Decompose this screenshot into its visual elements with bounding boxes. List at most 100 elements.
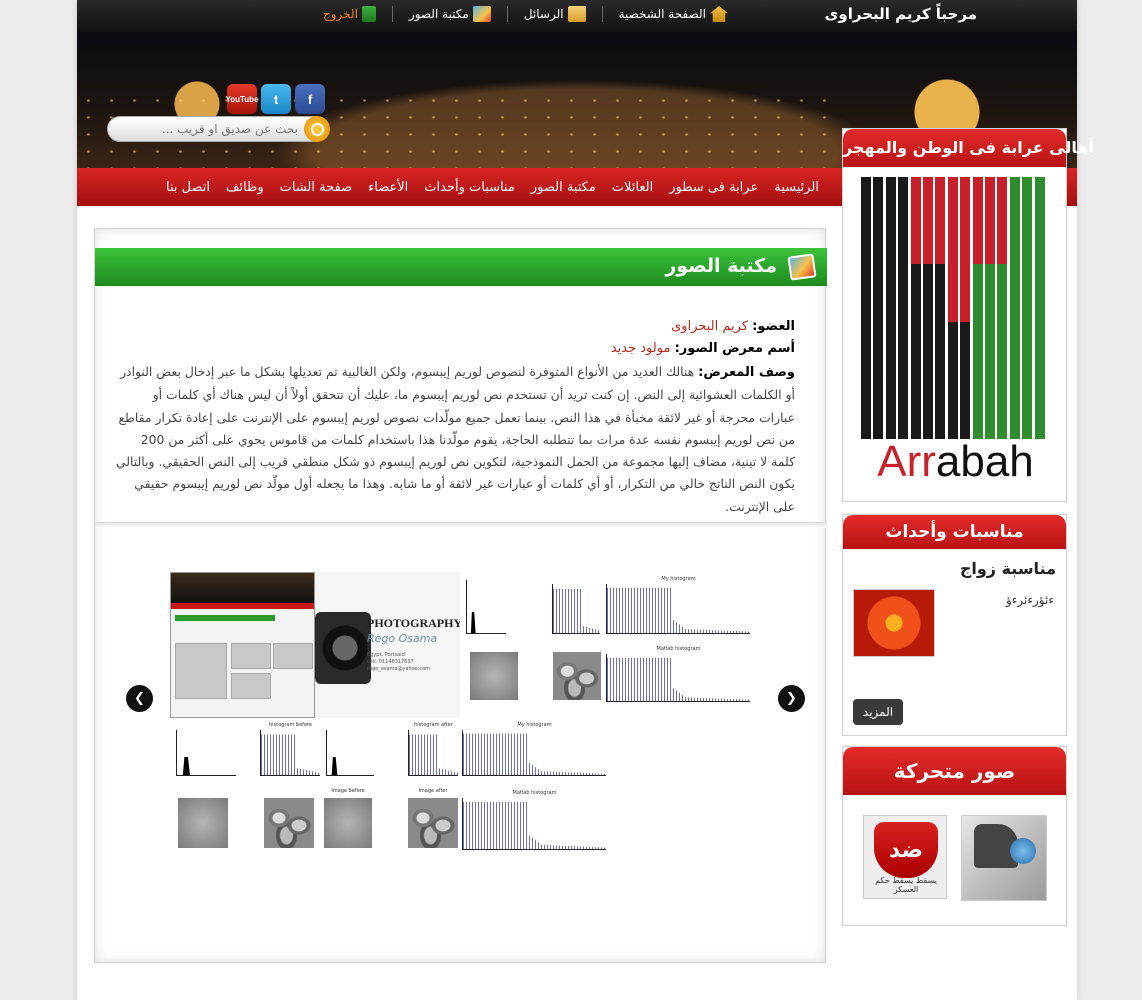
person-figure-icon bbox=[885, 351, 896, 381]
page-wrapper: مرحباً كريم البحراوى الصفحة الشخصية الرس… bbox=[77, 0, 1094, 1000]
histogram-title: Matlab histogram bbox=[656, 646, 701, 652]
histogram-thumbnail[interactable] bbox=[326, 730, 374, 776]
youtube-icon[interactable]: YouTube bbox=[225, 84, 259, 114]
person-figure-icon bbox=[947, 177, 958, 207]
person-figure-icon bbox=[972, 351, 983, 381]
person-figure-icon bbox=[885, 293, 896, 323]
section-title: مكتبة الصور bbox=[665, 255, 777, 277]
person-figure-icon bbox=[947, 322, 958, 352]
nav-item-home[interactable]: الرئيسية bbox=[766, 180, 827, 195]
photo-thumbnail[interactable] bbox=[264, 798, 314, 848]
twitter-icon[interactable]: t bbox=[261, 84, 291, 114]
person-figure-icon bbox=[935, 351, 946, 381]
photo-thumbnail[interactable] bbox=[170, 572, 315, 718]
person-figure-icon bbox=[947, 235, 958, 265]
histogram-thumbnail[interactable]: Matlab histogram bbox=[606, 646, 750, 702]
photo-thumbnail[interactable] bbox=[178, 798, 228, 848]
nav-item-chat[interactable]: صفحة الشات bbox=[272, 180, 360, 195]
animated-image-2[interactable] bbox=[961, 815, 1047, 901]
photo-thumbnail[interactable] bbox=[553, 652, 601, 700]
nav-item-families[interactable]: العائلات bbox=[604, 180, 661, 195]
histogram-thumbnail[interactable]: My histogram bbox=[606, 576, 750, 634]
photo-library-link[interactable]: مكتبة الصور bbox=[391, 6, 507, 22]
messages-link[interactable]: الرسائل bbox=[506, 6, 602, 22]
person-figure-icon bbox=[923, 409, 933, 439]
main-content: مكتبة الصور العضو: كريم البحراوى أسم معر… bbox=[94, 228, 827, 963]
exit-icon bbox=[361, 6, 376, 22]
gallery-name: مولود جديد bbox=[610, 341, 671, 356]
nav-item-photo-library[interactable]: مكتبة الصور bbox=[523, 180, 604, 195]
search-input[interactable] bbox=[118, 120, 298, 138]
carousel-prev-icon[interactable]: ❮ bbox=[126, 685, 153, 712]
person-figure-icon bbox=[960, 177, 971, 207]
person-figure-icon bbox=[861, 322, 871, 352]
person-figure-icon bbox=[910, 351, 921, 381]
person-figure-icon bbox=[960, 380, 971, 410]
histogram-thumbnail[interactable] bbox=[466, 580, 506, 634]
person-figure-icon bbox=[861, 380, 871, 410]
person-figure-icon bbox=[1009, 235, 1020, 265]
photo-thumbnail[interactable]: PHOTOGRAPHY Rego Osama Egypt, Portsaid c… bbox=[315, 572, 460, 718]
member-row: العضو: كريم البحراوى bbox=[115, 319, 795, 334]
histogram-thumbnail[interactable] bbox=[176, 730, 236, 776]
person-figure-icon bbox=[898, 206, 909, 236]
photo-thumbnail[interactable]: Image before bbox=[324, 788, 372, 848]
member-name[interactable]: كريم البحراوى bbox=[671, 319, 748, 334]
histogram-thumbnail[interactable]: My histogram bbox=[462, 722, 606, 776]
nav-item-about[interactable]: عرابة فى سطور bbox=[661, 180, 766, 195]
nav-item-contact[interactable]: اتصل بنا bbox=[158, 180, 218, 195]
profile-link[interactable]: الصفحة الشخصية bbox=[601, 6, 744, 22]
nav-item-events[interactable]: مناسبات وأحداث bbox=[416, 180, 523, 195]
search-icon[interactable] bbox=[304, 116, 330, 142]
histogram-thumbnail[interactable] bbox=[552, 584, 600, 634]
logo-box: أهالى عرابة فى الوطن والمهجر Arrabah bbox=[842, 128, 1094, 502]
welcome-text: مرحباً كريم البحراوى bbox=[824, 5, 977, 23]
person-figure-icon bbox=[1034, 293, 1045, 323]
photo-thumbnail[interactable]: Image after bbox=[408, 788, 458, 848]
event-image[interactable] bbox=[853, 589, 935, 657]
animated-images-box: صور متحركة ضد يسقط يسقط حكم العسكر bbox=[842, 746, 1067, 926]
photo-library-icon bbox=[787, 253, 817, 281]
top-links: الصفحة الشخصية الرسائل مكتبة الصور الخرو… bbox=[307, 6, 744, 22]
histogram-bars bbox=[607, 587, 750, 633]
person-figure-icon bbox=[1022, 409, 1033, 439]
person-figure-icon bbox=[997, 264, 1008, 294]
person-figure-icon bbox=[873, 264, 884, 294]
person-figure-icon bbox=[1022, 293, 1033, 323]
animated-image-caption: يسقط يسقط حكم العسكر bbox=[875, 876, 937, 894]
photo-card-signature: Rego Osama bbox=[367, 632, 438, 645]
thumb-block bbox=[273, 643, 313, 669]
photo-card-title: PHOTOGRAPHY bbox=[367, 616, 460, 630]
person-figure-icon bbox=[873, 322, 884, 352]
person-figure-icon bbox=[997, 409, 1008, 439]
histogram-bars bbox=[182, 739, 190, 775]
histogram-thumbnail[interactable]: histogram before bbox=[260, 722, 320, 776]
person-figure-icon bbox=[873, 235, 884, 265]
logout-link[interactable]: الخروج bbox=[307, 6, 392, 22]
nav-item-jobs[interactable]: وظائف bbox=[218, 180, 272, 195]
photo-library-icon bbox=[472, 6, 491, 22]
person-figure-icon bbox=[997, 293, 1008, 323]
person-figure-icon bbox=[997, 206, 1008, 236]
carousel-next-icon[interactable]: ❯ bbox=[778, 685, 805, 712]
social-links: YouTube t f bbox=[225, 84, 325, 114]
person-figure-icon bbox=[885, 177, 896, 207]
person-figure-icon bbox=[1022, 206, 1033, 236]
person-figure-icon bbox=[898, 322, 909, 352]
more-button[interactable]: المزيد bbox=[853, 699, 903, 725]
photo-thumbnail[interactable] bbox=[470, 652, 518, 700]
search-box bbox=[107, 116, 330, 142]
animated-images-title: صور متحركة bbox=[843, 747, 1066, 795]
person-figure-icon bbox=[972, 264, 983, 294]
histogram-thumbnail[interactable]: Matlab histogram bbox=[462, 790, 606, 850]
nav-item-members[interactable]: الأعضاء bbox=[360, 180, 416, 195]
animated-image-1[interactable]: ضد يسقط يسقط حكم العسكر bbox=[863, 815, 947, 899]
person-figure-icon bbox=[960, 322, 971, 352]
histogram-thumbnail[interactable]: histogram after bbox=[408, 722, 458, 776]
event-name[interactable]: مناسبة زواج bbox=[960, 559, 1056, 578]
person-figure-icon bbox=[898, 177, 909, 207]
person-figure-icon bbox=[972, 206, 983, 236]
person-figure-icon bbox=[947, 380, 958, 410]
facebook-icon[interactable]: f bbox=[295, 84, 325, 114]
person-figure-icon bbox=[985, 264, 995, 294]
